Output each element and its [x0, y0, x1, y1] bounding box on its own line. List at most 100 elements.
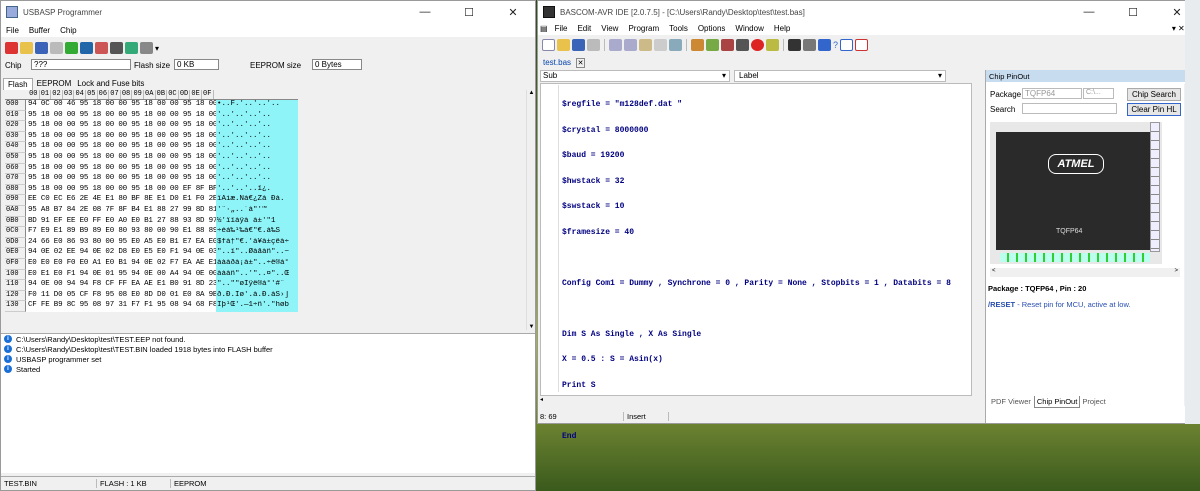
hex-ascii[interactable]: '..'..'..'..	[216, 163, 298, 175]
help-question-icon[interactable]: ?	[833, 40, 838, 50]
code-text[interactable]: $regfile = "m128def.dat " $crystal = 800…	[562, 84, 951, 450]
tab-flash[interactable]: Flash	[3, 78, 33, 90]
tab-lock-fuse[interactable]: Lock and Fuse bits	[75, 78, 146, 90]
hex-bytes[interactable]: 94 0C 00 46 95 18 00 00 95 18 00 00 95 1…	[26, 100, 230, 111]
hex-ascii[interactable]: ð.Ð.Ïø'.à.Ð.àŠ›]	[216, 290, 298, 302]
hex-ascii[interactable]: Ïþ¹Œ'.—1÷ñ'."høb	[216, 301, 298, 312]
tab-eeprom[interactable]: EEPROM	[35, 78, 74, 90]
hex-ascii[interactable]: "..""øÏÿê®á°'#ˆ	[216, 280, 298, 291]
maximize-button[interactable]: ☐	[447, 1, 491, 23]
pinout-hscroll[interactable]: < >	[990, 268, 1180, 277]
editor-vscroll[interactable]	[972, 83, 981, 396]
stop-icon[interactable]	[751, 39, 764, 51]
tab-project[interactable]: Project	[1080, 396, 1107, 408]
print-icon[interactable]	[587, 39, 600, 51]
hex-ascii[interactable]: •..F.'..'..'..	[216, 100, 298, 111]
paste-icon[interactable]	[639, 39, 652, 51]
minimize-button[interactable]: —	[403, 1, 447, 23]
hex-ascii[interactable]: $fà†"€.'à¥à±çêà÷	[216, 237, 298, 249]
open-icon[interactable]	[557, 39, 570, 51]
settings-icon[interactable]	[140, 42, 153, 54]
hex-bytes[interactable]: 95 18 00 00 95 18 00 00 95 18 00 00 95 1…	[26, 174, 230, 185]
write-icon[interactable]	[95, 42, 108, 54]
package-input[interactable]: TQFP64	[1022, 88, 1082, 99]
hex-ascii[interactable]: '..'..'..'..	[216, 174, 298, 185]
hex-bytes[interactable]: CF FE B9 8C 95 08 97 31 F7 F1 95 08 94 6…	[26, 301, 230, 312]
label-selector[interactable]: Label ▾	[734, 70, 946, 82]
menu-help[interactable]: Help	[769, 24, 795, 33]
help-icon[interactable]	[818, 39, 831, 51]
copy-icon[interactable]	[624, 39, 637, 51]
hex-bytes[interactable]: 95 18 00 00 95 18 00 00 95 18 00 00 EF 8…	[26, 184, 230, 196]
hex-ascii[interactable]: ½'ïîàÿà à±'"1	[216, 216, 298, 228]
hex-ascii[interactable]: '..'..'..'..	[216, 152, 298, 164]
hex-ascii[interactable]: '..'..'..ï¿.	[216, 184, 298, 196]
search-input[interactable]	[1022, 103, 1117, 114]
hex-ascii[interactable]: àààðà¡à±"..÷ê®á°	[216, 258, 298, 270]
menu-file[interactable]: File	[550, 24, 573, 33]
hex-row[interactable]: 110 94 0E 00 94 94 F8 CF FF EA AE E1 B0 9…	[5, 280, 298, 291]
dropdown-arrow-icon[interactable]: ▾	[155, 44, 159, 53]
read-icon[interactable]	[80, 42, 93, 54]
hex-bytes[interactable]: 95 18 00 00 95 18 00 00 95 18 00 00 95 1…	[26, 152, 230, 164]
hex-row[interactable]: 070 95 18 00 00 95 18 00 00 95 18 00 00 9…	[5, 174, 298, 185]
chip-search-button[interactable]: Chip Search	[1127, 88, 1181, 101]
hex-bytes[interactable]: 24 66 E0 86 93 80 00 95 E0 A5 E0 B1 E7 E…	[26, 237, 230, 249]
hex-row[interactable]: 0D0 24 66 E0 86 93 80 00 95 E0 A5 E0 B1 E…	[5, 237, 298, 249]
hex-ascii[interactable]: àáàñ"..'"..¤"..Œ	[216, 269, 298, 281]
hex-row[interactable]: 0B0 BD 91 EF EE E0 FF E0 A0 E0 B1 27 88 9…	[5, 216, 298, 228]
hex-bytes[interactable]: F7 E9 E1 89 B9 89 E0 80 93 80 00 90 E1 8…	[26, 227, 230, 238]
tab-test-bas[interactable]: test.bas	[538, 58, 576, 67]
hex-row[interactable]: 100 E0 E1 E0 F1 94 0E 01 95 94 0E 00 A4 9…	[5, 269, 298, 281]
chip-icon[interactable]	[110, 42, 123, 54]
simulator-icon[interactable]	[766, 39, 779, 51]
open-icon[interactable]	[20, 42, 33, 54]
hex-row[interactable]: 020 95 18 00 00 95 18 00 00 95 18 00 00 9…	[5, 121, 298, 132]
menu-buffer[interactable]: Buffer	[24, 26, 55, 35]
menu-edit[interactable]: Edit	[572, 24, 596, 33]
hex-row[interactable]: 010 95 18 00 00 95 18 00 00 95 18 00 00 9…	[5, 110, 298, 122]
hex-row[interactable]: 130 CF FE B9 8C 95 08 97 31 F7 F1 95 08 9…	[5, 301, 298, 312]
fuse-icon[interactable]	[125, 42, 138, 54]
tab-pdf-viewer[interactable]: PDF Viewer	[988, 396, 1034, 408]
hex-row[interactable]: 030 95 18 00 00 95 18 00 00 95 18 00 00 9…	[5, 131, 298, 143]
hex-bytes[interactable]: 95 18 00 00 95 18 00 00 95 18 00 00 95 1…	[26, 163, 230, 175]
terminal-icon[interactable]	[736, 39, 749, 51]
find-icon[interactable]	[669, 39, 682, 51]
hex-row[interactable]: 040 95 18 00 00 95 18 00 00 95 18 00 00 9…	[5, 142, 298, 153]
compile-icon[interactable]	[691, 39, 704, 51]
hex-ascii[interactable]: '..'..'..'..	[216, 142, 298, 153]
menu-program[interactable]: Program	[623, 24, 664, 33]
hex-row[interactable]: 050 95 18 00 00 95 18 00 00 95 18 00 00 9…	[5, 152, 298, 164]
hex-ascii[interactable]: '..'..'..'..	[216, 121, 298, 132]
maximize-button[interactable]: ☐	[1111, 1, 1155, 23]
minimize-button[interactable]: —	[1067, 1, 1111, 23]
hex-bytes[interactable]: 95 18 00 00 95 18 00 00 95 18 00 00 95 1…	[26, 142, 230, 153]
sub-selector[interactable]: Sub ▾	[540, 70, 730, 82]
package-combo[interactable]: C:\...	[1083, 88, 1114, 99]
clear-pin-hl-button[interactable]: Clear Pin HL	[1127, 103, 1181, 116]
hex-row[interactable]: 000 94 0C 00 46 95 18 00 00 95 18 00 00 9…	[5, 100, 298, 111]
hex-bytes[interactable]: 95 18 00 00 95 18 00 00 95 18 00 00 95 1…	[26, 131, 230, 143]
hex-bytes[interactable]: 94 0E 02 EE 94 0E 02 D8 E0 E5 E0 F1 94 0…	[26, 248, 230, 259]
close-tab-icon[interactable]: ✕	[576, 57, 586, 68]
pinout-icon[interactable]	[855, 39, 869, 51]
hex-bytes[interactable]: F0 11 D0 05 CF F8 95 08 E0 8D D0 01 E0 8…	[26, 290, 230, 302]
hex-ascii[interactable]: '..'..'..'..	[216, 131, 298, 143]
cut-icon[interactable]	[609, 39, 622, 51]
hex-editor[interactable]: 00 01 02 03 04 05 06 07 08 09 0A 0B 0C 0D 0E 0F 000 94 0…	[5, 90, 298, 312]
hex-bytes[interactable]: 95 A8 B7 84 2E 08 7F 8F B4 E1 88 27 99 8…	[26, 205, 217, 217]
tab-chip-pinout[interactable]: Chip PinOut	[1033, 396, 1081, 408]
hex-bytes[interactable]: 95 18 00 00 95 18 00 00 95 18 00 00 95 1…	[26, 110, 230, 122]
menu-window[interactable]: Window	[730, 24, 768, 33]
new-icon[interactable]	[542, 39, 555, 51]
hex-row[interactable]: 090 EE C0 EC E6 2E 4E E1 80 BF 8E E1 D0 E…	[5, 195, 298, 206]
tools-icon[interactable]	[803, 39, 816, 51]
hex-row[interactable]: 0C0 F7 E9 E1 89 B9 89 E0 80 93 80 00 90 E…	[5, 227, 298, 238]
hex-ascii[interactable]: '¨·„..´á"'™	[216, 205, 298, 217]
close-button[interactable]: ✕	[491, 1, 535, 23]
hex-row[interactable]: 120 F0 11 D0 05 CF F8 95 08 E0 8D D0 01 E…	[5, 290, 298, 302]
save-icon[interactable]	[35, 42, 48, 54]
hex-bytes[interactable]: 94 0E 00 94 94 F8 CF FF EA AE E1 B0 91 8…	[26, 280, 230, 291]
save-icon[interactable]	[572, 39, 585, 51]
